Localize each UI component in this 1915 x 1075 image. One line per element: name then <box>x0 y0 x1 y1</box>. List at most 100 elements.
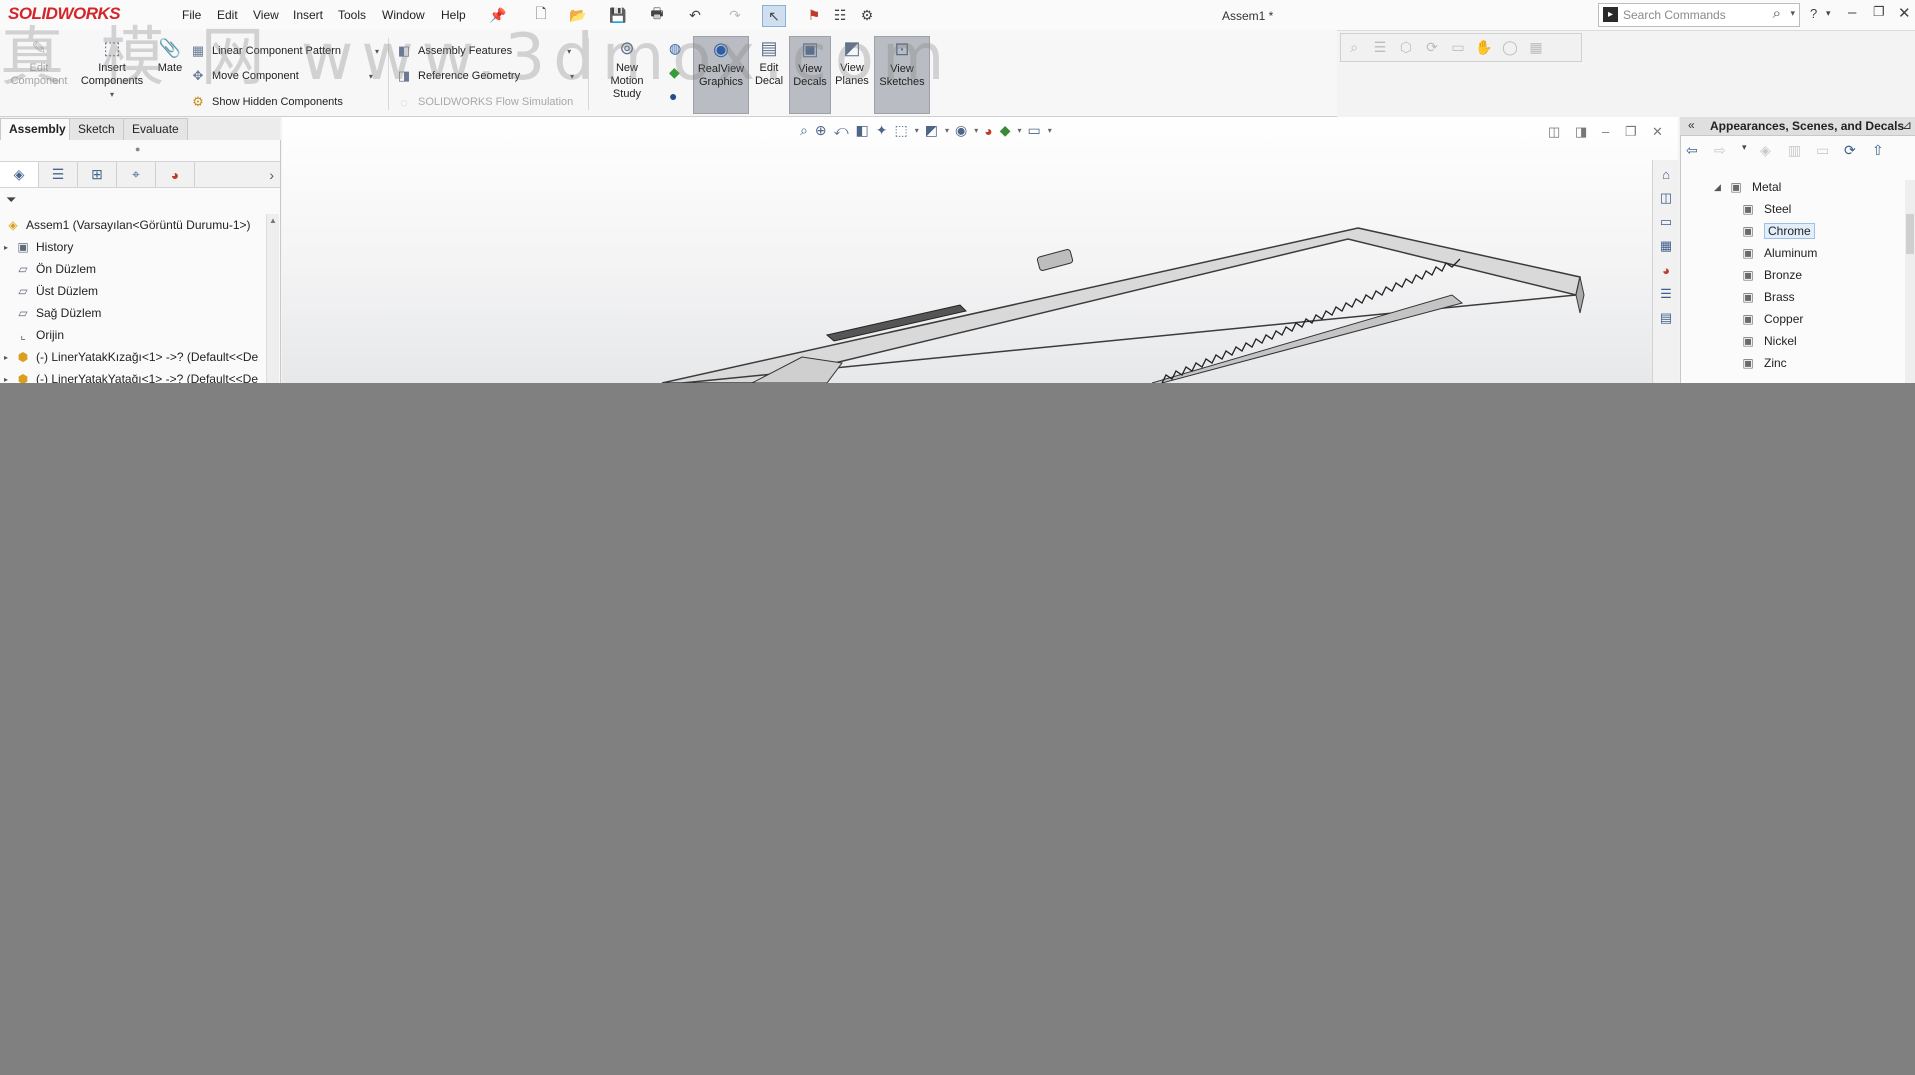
panel-collapse-dot[interactable]: ● <box>135 144 140 154</box>
edit-appearance-icon[interactable]: ◕ <box>984 123 992 139</box>
expand-arrow-icon[interactable]: ▸ <box>4 243 14 252</box>
viewport-tile-icon[interactable]: ◫ <box>1548 124 1560 140</box>
task-pane-tabs: ⌂ ◫ ▭ ▦ ◕ ☰ ▤ <box>1652 160 1679 383</box>
chevron-right-icon[interactable]: › <box>195 162 280 187</box>
feature-manager-tab-icon[interactable]: ◈ <box>0 162 39 187</box>
graphics-viewport[interactable] <box>282 117 1678 383</box>
property-manager-tab-icon[interactable]: ☰ <box>39 162 78 187</box>
material-folder-icon: ▣ <box>1742 246 1754 260</box>
chevron-down-icon[interactable]: ▾ <box>1018 126 1022 135</box>
appearance-copper[interactable]: ▣ Copper <box>1738 308 1904 330</box>
pin-icon[interactable]: ⊿ <box>1902 118 1912 132</box>
search-icon[interactable]: ⌕ <box>1773 5 1781 22</box>
view-palette-icon[interactable]: ▦ <box>1657 237 1675 255</box>
forward-icon[interactable]: ⇨ <box>1714 142 1742 159</box>
tree-scrollbar[interactable]: ▲ <box>266 214 279 383</box>
chevron-down-icon[interactable]: ▾ <box>915 126 919 135</box>
chevron-down-icon[interactable]: ▾ <box>1742 142 1760 159</box>
appearance-bronze[interactable]: ▣ Bronze <box>1738 264 1904 286</box>
display-style-icon[interactable]: ◩ <box>925 122 938 139</box>
configuration-manager-tab-icon[interactable]: ⊞ <box>78 162 117 187</box>
close-icon[interactable]: ✕ <box>1898 4 1911 22</box>
forum-icon[interactable]: ▤ <box>1657 309 1675 327</box>
previous-view-icon[interactable]: ⤺ <box>834 122 849 139</box>
viewport-restore-icon[interactable]: ❐ <box>1625 124 1637 140</box>
dynamic-annotation-icon[interactable]: ✦ <box>876 122 888 139</box>
filter-icon[interactable]: ⏷ <box>6 192 16 208</box>
collapse-arrow-icon[interactable]: ◢ <box>1714 182 1726 193</box>
chevron-down-icon[interactable]: ▾ <box>974 126 978 135</box>
material-folder-icon: ▣ <box>1742 290 1754 304</box>
section-view-icon[interactable]: ◧ <box>856 122 869 139</box>
viewport-close-icon[interactable]: ✕ <box>1652 124 1663 140</box>
tab-sketch[interactable]: Sketch <box>69 118 124 140</box>
custom-properties-icon[interactable]: ☰ <box>1657 285 1675 303</box>
viewport-minimize-icon[interactable]: – <box>1602 124 1609 139</box>
minimize-icon[interactable]: – <box>1848 4 1856 21</box>
chevron-down-icon[interactable]: ▾ <box>945 126 949 135</box>
appearances-scrollbar[interactable] <box>1905 180 1915 383</box>
appearance-aluminum[interactable]: ▣ Aluminum <box>1738 242 1904 264</box>
table-disabled-icon[interactable]: ▦ <box>1523 39 1549 56</box>
document-title: Assem1 * <box>1222 9 1274 23</box>
scroll-up-arrow-icon[interactable]: ▲ <box>267 216 279 225</box>
tree-item-history[interactable]: ▸ ▣ History <box>4 236 266 258</box>
assembly-model[interactable] <box>282 117 1678 383</box>
search-commands-field[interactable]: ▸ Search Commands ⌕ ▾ <box>1598 3 1800 27</box>
tab-assembly[interactable]: Assembly <box>0 118 75 140</box>
design-library-icon[interactable]: ◫ <box>1657 189 1675 207</box>
solidworks-resources-icon[interactable]: ⌂ <box>1657 165 1675 183</box>
display-manager-tab-icon[interactable]: ◕ <box>156 162 195 187</box>
apply-scene-icon[interactable]: ◆ <box>1000 122 1011 139</box>
refresh-icon[interactable]: ⟳ <box>1844 142 1872 159</box>
restore-icon[interactable]: ❐ <box>1873 4 1885 20</box>
viewport-split-icon[interactable]: ◨ <box>1575 124 1587 140</box>
tree-item-label: Sağ Düzlem <box>36 306 102 320</box>
tree-item-component-1[interactable]: ▸ ⬢ (-) LinerYatakKızağı<1> ->? (Default… <box>4 346 266 368</box>
tree-item-component-2[interactable]: ▸ ⬢ (-) LinerYatakYatağı<1> ->? (Default… <box>4 368 266 383</box>
appearances-tab-icon[interactable]: ◕ <box>1657 261 1675 279</box>
add-location-icon[interactable]: ◈ <box>1760 142 1788 159</box>
dimxpert-tab-icon[interactable]: ⌖ <box>117 162 156 187</box>
part-disabled-icon[interactable]: ⬡ <box>1393 39 1419 56</box>
help-icon[interactable]: ? <box>1810 6 1817 21</box>
measure-disabled-icon[interactable]: ▭ <box>1445 39 1471 56</box>
rotate-disabled-icon[interactable]: ⟳ <box>1419 39 1445 56</box>
tree-root-assem1[interactable]: ◈ Assem1 (Varsayılan<Görüntü Durumu-1>) <box>4 214 266 236</box>
expand-arrow-icon[interactable]: ▸ <box>4 375 14 384</box>
zoom-disabled-icon[interactable]: ⌕ <box>1341 39 1367 56</box>
chevron-down-icon[interactable]: ▾ <box>1048 126 1052 135</box>
appearance-chrome[interactable]: ▣ Chrome <box>1738 220 1904 242</box>
scroll-thumb[interactable] <box>1906 214 1914 254</box>
tree-item-label: History <box>36 240 74 254</box>
appearance-nickel[interactable]: ▣ Nickel <box>1738 330 1904 352</box>
hide-show-items-icon[interactable]: ◉ <box>955 122 967 139</box>
tree-item-origin[interactable]: ⌞ Orijin <box>4 324 266 346</box>
view-orientation-icon[interactable]: ⬚ <box>895 122 908 139</box>
tab-evaluate[interactable]: Evaluate <box>123 118 188 140</box>
shape-disabled-icon[interactable]: ◯ <box>1497 39 1523 56</box>
back-icon[interactable]: ⇦ <box>1686 142 1714 159</box>
tree-item-front-plane[interactable]: ▱ Ön Düzlem <box>4 258 266 280</box>
hand-disabled-icon[interactable]: ✋ <box>1471 39 1497 56</box>
new-folder-icon[interactable]: ▭ <box>1816 142 1844 159</box>
help-dropdown-icon[interactable]: ▾ <box>1826 8 1831 19</box>
up-arrow-icon[interactable]: ⇧ <box>1872 142 1900 159</box>
zoom-to-fit-icon[interactable]: ⌕ <box>800 122 808 139</box>
collapse-panel-icon[interactable]: « <box>1688 118 1695 132</box>
chevron-down-icon[interactable]: ▾ <box>1790 8 1795 19</box>
tree-item-top-plane[interactable]: ▱ Üst Düzlem <box>4 280 266 302</box>
list-disabled-icon[interactable]: ☰ <box>1367 39 1393 56</box>
view-settings-icon[interactable]: ▭ <box>1028 122 1041 139</box>
appearance-zinc[interactable]: ▣ Zinc <box>1738 352 1904 374</box>
file-explorer-icon[interactable]: ▭ <box>1657 213 1675 231</box>
expand-arrow-icon[interactable]: ▸ <box>4 353 14 362</box>
library-icon[interactable]: ▥ <box>1788 142 1816 159</box>
appearances-panel-header: « Appearances, Scenes, and Decals ⊿ <box>1680 117 1915 136</box>
appearance-brass[interactable]: ▣ Brass <box>1738 286 1904 308</box>
zoom-to-area-icon[interactable]: ⊕ <box>815 122 827 139</box>
appearance-steel[interactable]: ▣ Steel <box>1738 198 1904 220</box>
tree-item-right-plane[interactable]: ▱ Sağ Düzlem <box>4 302 266 324</box>
folder-metal[interactable]: ◢ ▣ Metal <box>1714 176 1904 198</box>
tree-item-label: (-) LinerYatakKızağı<1> ->? (Default<<De <box>36 350 259 364</box>
